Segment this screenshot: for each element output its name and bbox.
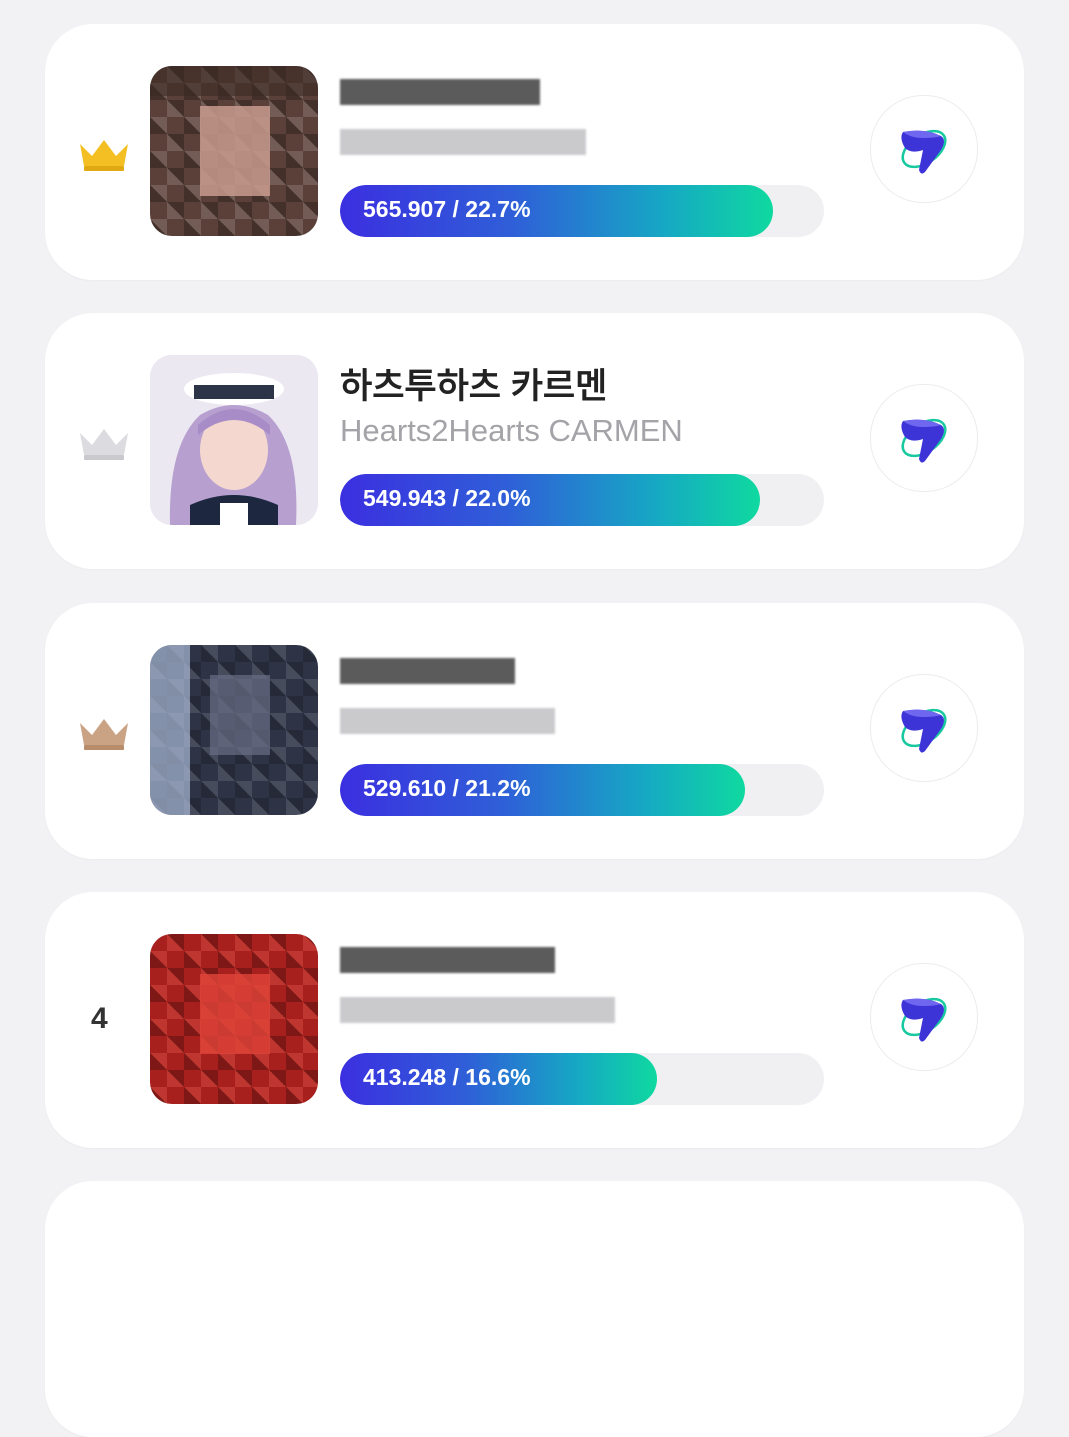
bronze-crown-icon — [80, 719, 128, 750]
vote-button[interactable] — [870, 674, 978, 782]
vote-count-label: 529.610 / 21.2% — [363, 775, 531, 801]
avatar — [150, 645, 318, 815]
vote-logo-icon — [901, 997, 947, 1042]
ranking-card-1[interactable]: 565.907 / 22.7% — [45, 24, 1024, 280]
vote-progress-fill: 413.248 / 16.6% — [340, 1053, 657, 1105]
gold-crown-icon — [80, 140, 128, 171]
avatar — [150, 66, 318, 236]
redacted-name — [340, 79, 540, 105]
ranking-card-4[interactable]: 4 413.248 / 16.6% — [45, 892, 1024, 1148]
redacted-name — [340, 658, 515, 684]
vote-progress-fill: 529.610 / 21.2% — [340, 764, 745, 816]
vote-button[interactable] — [870, 963, 978, 1071]
vote-progress-track: 565.907 / 22.7% — [340, 185, 824, 237]
vote-logo-icon — [901, 129, 947, 174]
redacted-subtitle — [340, 708, 555, 734]
vote-progress-track: 413.248 / 16.6% — [340, 1053, 824, 1105]
vote-progress-fill: 565.907 / 22.7% — [340, 185, 773, 237]
redacted-subtitle — [340, 129, 586, 155]
vote-count-label: 549.943 / 22.0% — [363, 485, 531, 511]
ranking-card-3[interactable]: 529.610 / 21.2% — [45, 603, 1024, 859]
vote-button[interactable] — [870, 384, 978, 492]
vote-progress-track: 529.610 / 21.2% — [340, 764, 824, 816]
vote-progress-track: 549.943 / 22.0% — [340, 474, 824, 526]
avatar — [150, 934, 318, 1104]
redacted-name — [340, 947, 555, 973]
vote-logo-icon — [901, 708, 947, 753]
vote-button[interactable] — [870, 95, 978, 203]
rank-number: 4 — [91, 1002, 108, 1035]
vote-count-label: 565.907 / 22.7% — [363, 196, 531, 222]
vote-progress-fill: 549.943 / 22.0% — [340, 474, 760, 526]
vote-logo-icon — [901, 418, 947, 463]
vote-count-label: 413.248 / 16.6% — [363, 1064, 531, 1090]
redacted-subtitle — [340, 997, 615, 1023]
silver-crown-icon — [80, 429, 128, 460]
avatar — [150, 355, 318, 525]
ranking-card-2[interactable]: 하츠투하츠 카르멘 Hearts2Hearts CARMEN 549.943 /… — [45, 313, 1024, 569]
artist-subtitle: Hearts2Hearts CARMEN — [340, 413, 683, 448]
artist-name: 하츠투하츠 카르멘 — [340, 367, 608, 406]
ranking-card-5[interactable] — [45, 1181, 1024, 1437]
